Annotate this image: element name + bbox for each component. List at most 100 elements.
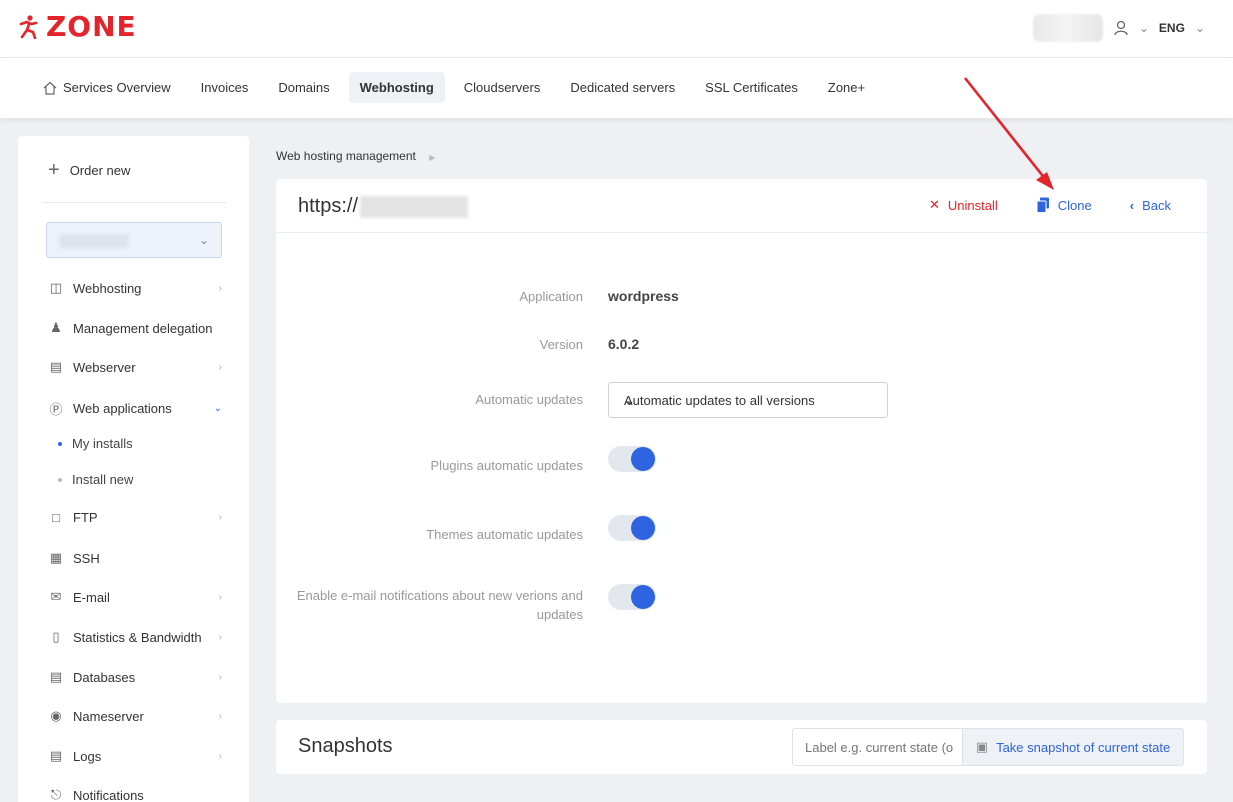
user-icon[interactable] [1113,20,1129,36]
sidebar-item-nameserver[interactable]: ◉ Nameserver › [48,708,228,724]
database-icon: ▤ [49,669,63,684]
sidebar-item-databases[interactable]: ▤ Databases › [48,669,228,685]
mail-icon: ✉ [50,589,62,604]
runner-logo-icon [19,14,38,39]
archive-icon: ▤ [49,748,63,763]
sidebar-item-web-applications[interactable]: Ⓟ Web applications ⌄ [48,399,228,418]
terminal-icon: ▦ [49,550,63,565]
sidebar-item-notifications[interactable]: ⎋ Notifications [48,787,228,802]
sidebar-item-webhosting[interactable]: ◫ Webhosting › [48,280,228,296]
redacted-site [59,234,129,248]
plugins-updates-label: Plugins automatic updates [430,458,583,473]
wordpress-icon: Ⓟ [49,402,63,417]
bar-chart-icon: ▯ [52,629,60,644]
chevron-down-icon[interactable]: ⌄ [1139,21,1149,35]
uninstall-label: Uninstall [947,197,998,213]
back-button[interactable]: ‹ Back [1130,198,1171,213]
sidebar-item-label: Webserver [73,359,136,375]
back-label: Back [1142,197,1171,213]
version-value: 6.0.2 [608,336,640,352]
sidebar-item-label: Webhosting [73,280,142,296]
server-icon: ▤ [49,359,63,374]
user-menu: ⌄ ENG ⌄ [1032,14,1205,42]
label-line: Enable e-mail notifications about new ve… [296,588,583,603]
sidebar-item-ssh[interactable]: ▦ SSH [48,550,228,566]
redacted-username [1032,14,1103,42]
order-new-label: Order new [69,162,131,178]
chevron-down-icon: ⌄ [624,393,635,408]
sidebar-item-email[interactable]: ✉ E-mail › [48,589,228,605]
sidebar-item-label: Notifications [73,787,144,802]
sidebar-item-label: Logs [73,748,102,764]
nav-invoices[interactable]: Invoices [190,72,260,103]
sidebar-item-webserver[interactable]: ▤ Webserver › [48,359,228,375]
user-plus-icon: ♟ [50,320,62,335]
chevron-down-icon[interactable]: ⌄ [1195,21,1205,35]
url-prefix: https:// [298,195,359,217]
email-notifications-toggle[interactable] [608,584,656,610]
sidebar-subitem-my-installs[interactable]: My installs [58,436,133,451]
sidebar-subitem-label: My installs [72,436,133,451]
nav-webhosting[interactable]: Webhosting [348,72,445,103]
nav-ssl-certificates[interactable]: SSL Certificates [694,72,809,103]
site-select[interactable]: ⌄ [46,222,222,258]
clone-button[interactable]: Clone [1036,197,1092,213]
take-snapshot-label: Take snapshot of current state [996,739,1171,755]
home-icon [43,81,57,95]
snapshots-title: Snapshots [298,735,393,757]
chevron-right-icon: › [218,512,222,523]
chevron-down-icon: ⌄ [213,403,222,414]
nav-services-overview[interactable]: Services Overview [32,72,182,103]
sidebar-subitem-label: Install new [72,472,134,487]
sidebar-item-statistics[interactable]: ▯ Statistics & Bandwidth › [48,629,228,645]
nav-zone-plus[interactable]: Zone+ [817,72,876,103]
application-label: Application [519,289,583,304]
chevron-right-icon: › [218,282,222,294]
automatic-updates-label: Automatic updates [475,392,583,407]
bullet-icon [58,441,62,446]
sidebar-item-logs[interactable]: ▤ Logs › [48,748,228,764]
redacted-domain [360,195,469,218]
sidebar-subitem-install-new[interactable]: Install new [58,472,133,487]
sidebar-item-label: SSH [73,550,100,566]
sidebar-item-label: Databases [73,669,136,685]
breadcrumb: Web hosting management ▶ [276,149,435,163]
chevron-right-icon: › [218,671,222,683]
version-label: Version [539,337,583,352]
clone-label: Clone [1057,197,1092,213]
language-selector[interactable]: ENG [1159,21,1185,35]
toggle-knob [631,516,655,540]
top-bar: ZONE ⌄ ENG ⌄ [0,0,1233,58]
nav-dedicated-servers[interactable]: Dedicated servers [559,72,686,103]
sidebar: + Order new ⌄ ◫ Webhosting › ♟ Managemen… [18,136,249,802]
site-url: https:// [298,195,469,218]
order-new-button[interactable]: + Order new [48,160,130,180]
chevron-left-icon: ‹ [1129,197,1135,213]
themes-updates-toggle[interactable] [608,515,656,541]
sidebar-item-label: Nameserver [73,708,144,724]
file-icon: □ [52,510,60,525]
chevron-right-icon: › [218,361,222,373]
sidebar-item-label: E-mail [73,589,110,605]
monitor-icon: ◫ [49,280,63,295]
chevron-right-icon: › [218,750,222,762]
main-nav: Services Overview Invoices Domains Webho… [0,58,1233,118]
chevron-right-icon: › [218,710,222,722]
nav-label: Services Overview [63,80,171,95]
uninstall-button[interactable]: ✕ Uninstall [929,197,998,213]
email-notifications-label: Enable e-mail notifications about new ve… [297,586,583,624]
breadcrumb-item[interactable]: Web hosting management [276,149,416,163]
sidebar-item-management-delegation[interactable]: ♟ Management delegation [48,320,228,336]
sidebar-item-label: FTP [73,510,98,525]
nav-domains[interactable]: Domains [267,72,340,103]
take-snapshot-button[interactable]: ▣ Take snapshot of current state [962,728,1184,766]
dns-icon: ◉ [50,708,62,723]
snapshot-label-input[interactable] [792,728,962,766]
zone-logo[interactable]: ZONE [18,10,137,43]
automatic-updates-select[interactable]: Automatic updates to all versions ⌄ [608,382,888,418]
plus-icon: + [48,159,60,181]
sidebar-item-ftp[interactable]: □ FTP › [48,510,228,525]
nav-cloudservers[interactable]: Cloudservers [453,72,552,103]
camera-icon: ▣ [975,739,989,754]
plugins-updates-toggle[interactable] [608,446,656,472]
